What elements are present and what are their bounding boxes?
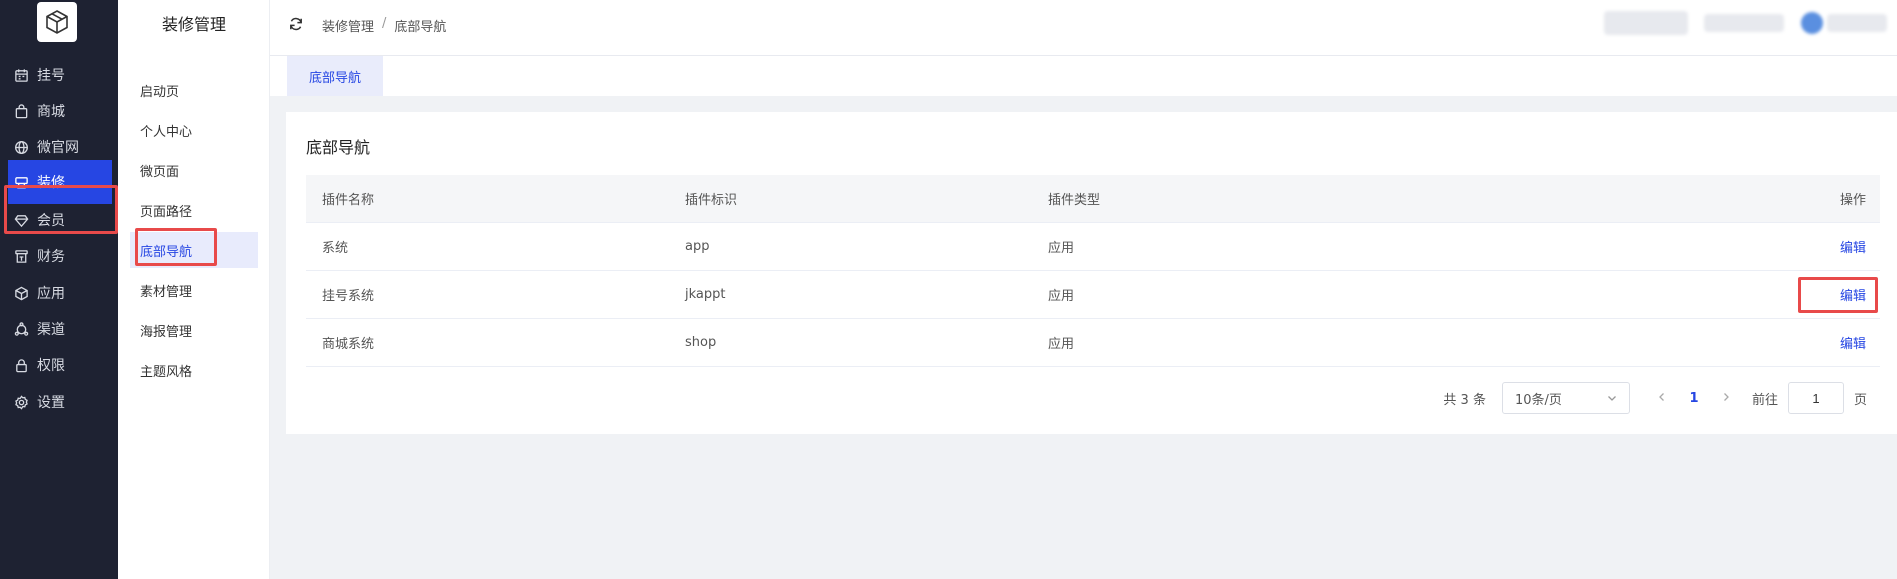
cell-key: app bbox=[685, 239, 710, 254]
chevron-left-icon bbox=[1659, 392, 1664, 401]
chevron-down-icon bbox=[1608, 396, 1616, 401]
breadcrumb-current: 底部导航 bbox=[394, 20, 447, 35]
cell-type: 应用 bbox=[1048, 241, 1075, 256]
page-suffix: 页 bbox=[1853, 392, 1867, 408]
decoration-icon bbox=[15, 176, 28, 188]
table-row: 挂号系统 jkappt 应用 编辑 bbox=[306, 271, 1880, 319]
prev-page-button[interactable] bbox=[1650, 391, 1674, 406]
calendar-icon bbox=[15, 68, 28, 82]
shopping-bag-icon bbox=[15, 103, 28, 118]
edit-link[interactable]: 编辑 bbox=[1840, 285, 1866, 304]
main-nav: 挂号 商城 微官网 装修 会员 财务 应用 渠道 权限 设置 bbox=[0, 0, 118, 579]
edit-link[interactable]: 编辑 bbox=[1840, 237, 1866, 256]
cube-icon bbox=[15, 286, 28, 300]
cell-key: jkappt bbox=[685, 287, 726, 302]
globe-icon bbox=[15, 140, 28, 154]
nav-item-label: 权限 bbox=[37, 358, 65, 374]
finance-icon bbox=[15, 249, 28, 263]
lock-icon bbox=[16, 358, 27, 372]
page-size-select[interactable]: 10条/页 bbox=[1501, 382, 1630, 414]
nav-item-label: 挂号 bbox=[37, 68, 65, 84]
breadcrumb-parent[interactable]: 装修管理 bbox=[322, 16, 374, 35]
breadcrumb: 装修管理 / 底部导航 bbox=[322, 16, 446, 35]
goto-page-input[interactable] bbox=[1787, 382, 1844, 414]
chevron-right-icon bbox=[1724, 392, 1729, 401]
nav-item-label: 会员 bbox=[37, 213, 65, 229]
blurred-username[interactable] bbox=[1827, 14, 1887, 32]
nav-item-label: 渠道 bbox=[37, 322, 65, 338]
edit-link[interactable]: 编辑 bbox=[1840, 333, 1866, 352]
page-number[interactable]: 1 bbox=[1674, 391, 1714, 406]
subnav-title: 装修管理 bbox=[161, 15, 226, 34]
cell-name: 商城系统 bbox=[322, 337, 375, 352]
table-row: 系统 app 应用 编辑 bbox=[306, 223, 1880, 271]
cell-name: 挂号系统 bbox=[322, 289, 375, 304]
cell-type: 应用 bbox=[1048, 337, 1075, 352]
logo-cube-icon[interactable] bbox=[37, 2, 77, 42]
column-header: 插件类型 bbox=[1048, 193, 1101, 208]
gear-icon bbox=[15, 394, 28, 410]
blurred-header-actions[interactable] bbox=[1704, 14, 1784, 32]
subnav-item-bottom-nav[interactable]: 底部导航 bbox=[130, 232, 258, 268]
table-header-row: 插件名称 插件标识 插件类型 操作 bbox=[306, 175, 1880, 223]
subnav-item-theme[interactable]: 主题风格 bbox=[130, 352, 258, 388]
nav-item-label: 财务 bbox=[37, 249, 65, 265]
plugin-table: 插件名称 插件标识 插件类型 操作 系统 app 应用 编辑 挂号系统 jkap… bbox=[306, 175, 1880, 367]
tab-bottom-nav[interactable]: 底部导航 bbox=[287, 56, 383, 96]
avatar[interactable] bbox=[1801, 12, 1823, 34]
tab-bar: 底部导航 bbox=[270, 56, 1897, 96]
nav-item-label: 装修 bbox=[37, 175, 65, 191]
content-card: 底部导航 插件名称 插件标识 插件类型 操作 系统 app 应用 编辑 挂号系统… bbox=[286, 112, 1897, 434]
nav-item-label: 应用 bbox=[37, 286, 65, 302]
next-page-button[interactable] bbox=[1714, 391, 1738, 406]
refresh-icon[interactable] bbox=[288, 16, 304, 32]
nav-item-label: 设置 bbox=[37, 395, 65, 411]
pagination: 共 3 条 10条/页 1 前往 页 bbox=[1443, 382, 1867, 414]
column-header: 操作 bbox=[1839, 193, 1866, 208]
nav-item-label: 商城 bbox=[37, 104, 65, 120]
subnav-item-page-path[interactable]: 页面路径 bbox=[130, 192, 258, 228]
blurred-store-selector[interactable] bbox=[1604, 11, 1688, 35]
channel-icon bbox=[14, 321, 29, 336]
card-title: 底部导航 bbox=[306, 138, 371, 157]
breadcrumb-separator: / bbox=[382, 16, 387, 31]
subnav-item-micro-page[interactable]: 微页面 bbox=[130, 152, 258, 188]
diamond-icon bbox=[14, 214, 29, 227]
pagination-total: 共 3 条 bbox=[1443, 392, 1486, 408]
subnav-item-posters[interactable]: 海报管理 bbox=[130, 312, 258, 348]
cell-name: 系统 bbox=[322, 241, 349, 256]
column-header: 插件名称 bbox=[322, 193, 375, 208]
sub-nav: 装修管理 启动页 个人中心 微页面 页面路径 底部导航 素材管理 海报管理 主题… bbox=[118, 0, 270, 579]
nav-item-settings[interactable]: 设置 bbox=[0, 380, 118, 424]
subnav-item-launch-page[interactable]: 启动页 bbox=[130, 72, 258, 108]
top-header: 装修管理 / 底部导航 bbox=[270, 0, 1897, 56]
nav-item-label: 微官网 bbox=[37, 140, 79, 156]
page-size-value: 10条/页 bbox=[1514, 392, 1562, 408]
cell-key: shop bbox=[685, 335, 717, 350]
column-header: 插件标识 bbox=[685, 193, 738, 208]
table-row: 商城系统 shop 应用 编辑 bbox=[306, 319, 1880, 367]
subnav-item-materials[interactable]: 素材管理 bbox=[130, 272, 258, 308]
goto-label: 前往 bbox=[1751, 392, 1778, 408]
subnav-item-personal-center[interactable]: 个人中心 bbox=[130, 112, 258, 148]
cell-type: 应用 bbox=[1048, 289, 1075, 304]
